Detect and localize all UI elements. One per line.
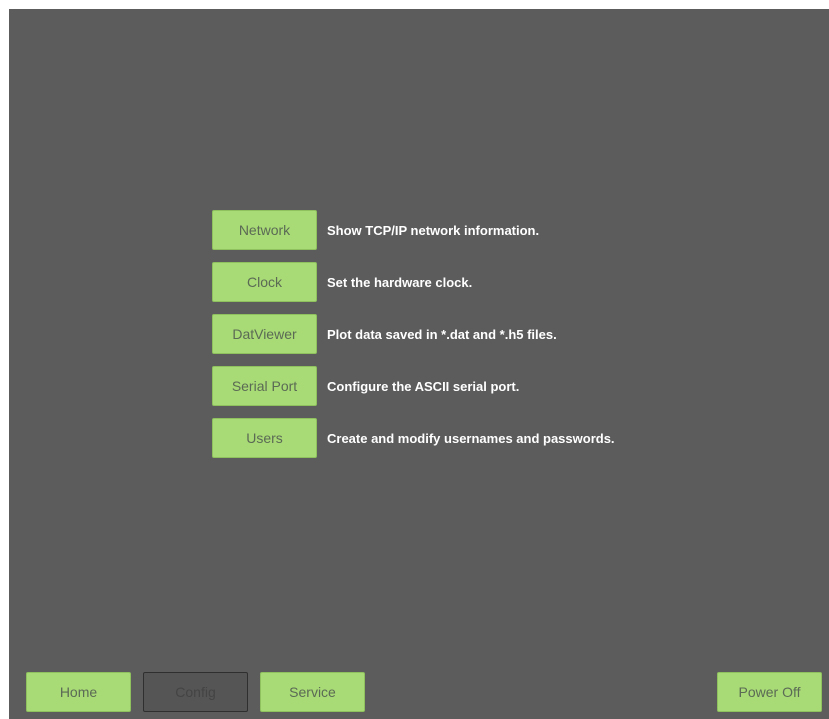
datviewer-description: Plot data saved in *.dat and *.h5 files. (327, 326, 557, 342)
serial-port-button[interactable]: Serial Port (212, 366, 317, 406)
menu-row-network: Network Show TCP/IP network information. (212, 210, 615, 250)
config-menu: Network Show TCP/IP network information.… (212, 210, 615, 470)
power-off-button[interactable]: Power Off (717, 672, 822, 712)
users-description: Create and modify usernames and password… (327, 430, 615, 446)
menu-row-datviewer: DatViewer Plot data saved in *.dat and *… (212, 314, 615, 354)
menu-row-clock: Clock Set the hardware clock. (212, 262, 615, 302)
menu-row-serial-port: Serial Port Configure the ASCII serial p… (212, 366, 615, 406)
menu-row-users: Users Create and modify usernames and pa… (212, 418, 615, 458)
datviewer-button[interactable]: DatViewer (212, 314, 317, 354)
clock-button[interactable]: Clock (212, 262, 317, 302)
config-screen: Network Show TCP/IP network information.… (9, 9, 829, 719)
config-button[interactable]: Config (143, 672, 248, 712)
service-button[interactable]: Service (260, 672, 365, 712)
serial-port-description: Configure the ASCII serial port. (327, 378, 520, 394)
home-button[interactable]: Home (26, 672, 131, 712)
users-button[interactable]: Users (212, 418, 317, 458)
network-button[interactable]: Network (212, 210, 317, 250)
network-description: Show TCP/IP network information. (327, 222, 540, 238)
clock-description: Set the hardware clock. (327, 274, 473, 290)
